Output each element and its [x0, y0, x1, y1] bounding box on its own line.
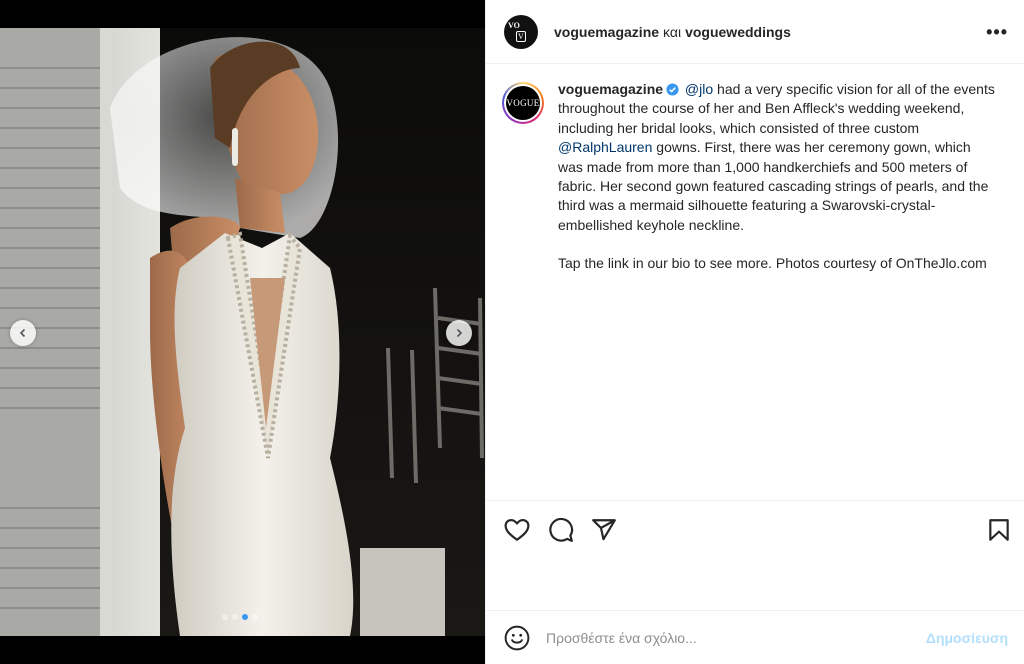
save-button[interactable] — [986, 517, 1012, 543]
avatar-monogram-top: VO — [508, 20, 520, 30]
share-button[interactable] — [591, 517, 617, 543]
comment-bubble-icon — [549, 517, 574, 542]
coauthor-username-link[interactable]: vogueweddings — [685, 24, 791, 40]
caption-avatar-logo: VOGUE — [506, 86, 540, 120]
avatar-monogram-bottom: V — [516, 30, 526, 42]
caption-avatar-ring-inner: VOGUE — [504, 84, 542, 122]
more-options-button[interactable]: ••• — [986, 23, 1008, 41]
caption-paragraph-2: Tap the link in our bio to see more. Pho… — [558, 255, 987, 272]
chevron-right-icon — [456, 328, 463, 338]
carousel-dot-active — [242, 614, 248, 620]
post-media — [0, 0, 485, 664]
post-actions-bar — [486, 500, 1024, 610]
carousel-dot — [252, 614, 258, 620]
smiley-icon — [504, 625, 530, 650]
more-horizontal-icon: ••• — [986, 21, 1008, 42]
comment-button[interactable] — [548, 517, 574, 543]
caption-avatar-story-ring[interactable]: VOGUE — [502, 82, 544, 124]
author-avatar[interactable]: VO V — [504, 14, 538, 49]
author-username-link[interactable]: voguemagazine — [554, 24, 659, 40]
post-comment-button[interactable]: Δημοσίευση — [926, 630, 1008, 646]
carousel-dot — [222, 614, 228, 620]
emoji-button[interactable] — [504, 625, 530, 651]
post-authors: voguemagazine και vogueweddings — [554, 24, 791, 40]
verified-badge-icon — [666, 83, 679, 96]
authors-conjunction: και — [663, 23, 682, 40]
bookmark-icon — [989, 519, 1009, 541]
carousel-next-button[interactable] — [446, 320, 472, 346]
caption-section: VOGUE voguemagazine @jlo had a very spec… — [486, 64, 1024, 500]
post-header: VO V voguemagazine και vogueweddings ••• — [486, 0, 1024, 64]
add-comment-bar: Δημοσίευση — [486, 610, 1024, 664]
caption-username-link[interactable]: voguemagazine — [558, 81, 663, 97]
carousel-prev-button[interactable] — [10, 320, 36, 346]
post-details-panel: VO V voguemagazine και vogueweddings •••… — [485, 0, 1024, 664]
heart-icon — [504, 518, 530, 541]
chevron-left-icon — [19, 328, 26, 338]
comment-input[interactable] — [546, 629, 926, 646]
mention-jlo-link[interactable]: @jlo — [685, 81, 713, 97]
post-photo[interactable] — [0, 28, 485, 636]
carousel-dot — [232, 614, 238, 620]
post-caption: voguemagazine @jlo had a very specific v… — [558, 80, 998, 500]
paper-plane-icon — [592, 519, 616, 541]
like-button[interactable] — [504, 517, 530, 543]
carousel-indicator — [222, 614, 258, 620]
caption-paragraph-1: voguemagazine @jlo had a very specific v… — [558, 80, 998, 235]
mention-ralphlauren-link[interactable]: @RalphLauren — [558, 139, 652, 155]
bride-photo-illustration — [0, 28, 485, 636]
